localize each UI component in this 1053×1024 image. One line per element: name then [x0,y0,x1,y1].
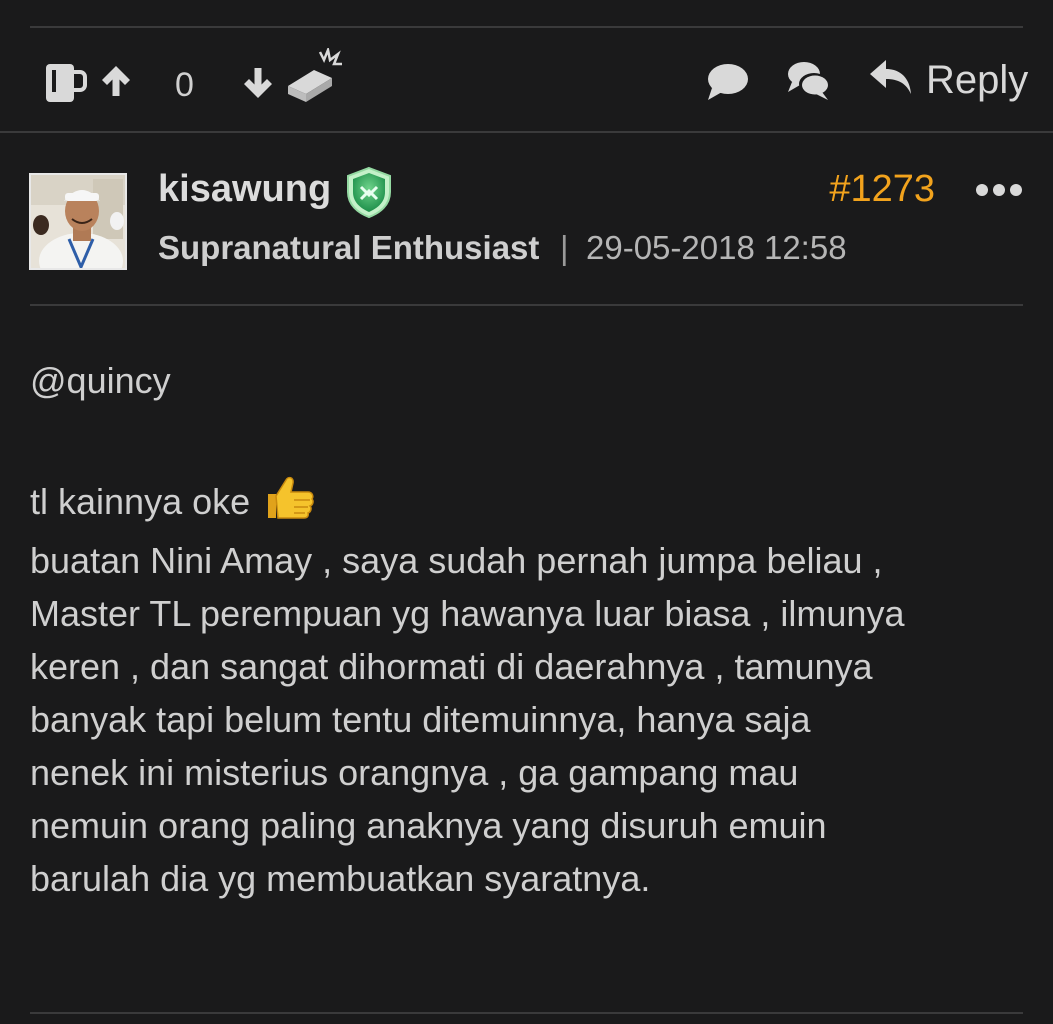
body-line: nemuin orang paling anaknya yang disuruh… [30,805,827,846]
thumbs-up-icon [264,474,314,534]
mention-link[interactable]: @quincy [30,354,1023,407]
multi-comment-icon[interactable] [786,60,832,102]
mug-icon[interactable] [44,60,88,104]
meta-separator: | [560,229,569,266]
body-line: buatan Nini Amay , saya sudah pernah jum… [30,540,883,581]
actionbar-divider [0,131,1053,133]
post-number[interactable]: #1273 [829,168,935,211]
body-line: nenek ini misterius orangnya , ga gampan… [30,752,799,793]
post-timestamp: 29-05-2018 12:58 [586,229,847,266]
more-options-icon[interactable] [975,178,1023,207]
user-title: Supranatural Enthusiast [158,229,540,266]
header-divider [30,304,1023,306]
reply-button-label[interactable]: Reply [926,58,1028,103]
downvote-arrow-icon[interactable] [242,66,274,100]
post-action-bar: 0 Reply [30,30,1028,130]
forum-post-page: 0 Reply kisawung #1273 Supranatural Enth… [0,0,1053,1024]
body-line: banyak tapi belum tentu ditemuinnya, han… [30,699,811,740]
body-line: tl kainnya oke [30,474,1023,534]
vote-count: 0 [175,66,194,104]
reply-arrow-icon[interactable] [868,58,914,98]
shield-badge-icon [342,165,396,224]
comment-bubble-icon[interactable] [706,62,750,102]
upvote-arrow-icon[interactable] [100,64,132,98]
bottom-divider [30,1012,1023,1014]
brick-icon[interactable] [284,48,344,106]
avatar[interactable] [29,173,127,270]
body-line: Master TL perempuan yg hawanya luar bias… [30,593,905,634]
username[interactable]: kisawung [158,168,331,211]
body-line-text: tl kainnya oke [30,481,251,522]
post-body: @quincy tl kainnya oke buatan Nini Amay … [30,354,1023,905]
top-divider [30,26,1023,28]
body-line: keren , dan sangat dihormati di daerahny… [30,646,873,687]
body-line: barulah dia yg membuatkan syaratnya. [30,858,651,899]
